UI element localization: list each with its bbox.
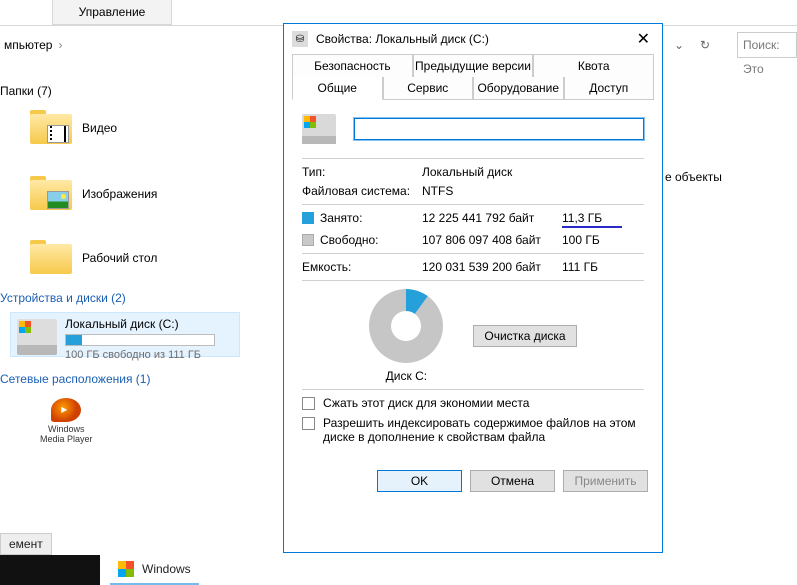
wmp-label-2: Media Player: [40, 434, 93, 444]
divider: [302, 253, 644, 254]
refresh-icon[interactable]: ↻: [695, 35, 715, 55]
drive-subtext: 100 ГБ свободно из 111 ГБ: [65, 349, 233, 361]
value-used-bytes: 12 225 441 792 байт: [422, 211, 562, 228]
compress-checkbox-row[interactable]: Сжать этот диск для экономии места: [302, 396, 644, 410]
folder-icon: [30, 110, 72, 146]
label-type: Тип:: [302, 165, 422, 179]
section-header-folders[interactable]: Папки (7): [0, 84, 52, 98]
index-checkbox-row[interactable]: Разрешить индексировать содержимое файло…: [302, 416, 644, 444]
dialog-titlebar[interactable]: ⛁ Свойства: Локальный диск (C:) ✕: [284, 24, 662, 54]
tab-service[interactable]: Сервис: [383, 77, 474, 100]
disk-usage-pie: [369, 289, 443, 363]
checkbox-icon[interactable]: [302, 417, 315, 430]
divider: [302, 389, 644, 390]
dropdown-icon[interactable]: ⌄: [669, 35, 689, 55]
value-free-bytes: 107 806 097 408 байт: [422, 233, 562, 247]
network-item-wmp[interactable]: Windows Media Player: [40, 398, 93, 444]
drive-name: Локальный диск (C:): [65, 317, 233, 331]
drive-capacity-bar: [65, 334, 215, 346]
compress-label: Сжать этот диск для экономии места: [323, 396, 529, 410]
value-used-gb: 11,3 ГБ: [562, 211, 622, 228]
tab-general[interactable]: Общие: [292, 77, 383, 100]
dialog-title: Свойства: Локальный диск (C:): [316, 32, 633, 46]
cancel-button[interactable]: Отмена: [470, 470, 555, 492]
tab-access[interactable]: Доступ: [564, 77, 655, 100]
value-type: Локальный диск: [422, 165, 512, 179]
folder-icon: [30, 176, 72, 212]
drive-icon: [302, 114, 336, 144]
value-filesystem: NTFS: [422, 184, 453, 198]
start-button[interactable]: [0, 555, 100, 585]
folder-item-images[interactable]: Изображения: [30, 176, 157, 212]
search-input[interactable]: Поиск: Это: [737, 32, 797, 58]
ribbon-tab-manage[interactable]: Управление: [52, 0, 172, 25]
index-label: Разрешить индексировать содержимое файло…: [323, 416, 644, 444]
tab-row-1: Безопасность Предыдущие версии Квота: [292, 54, 654, 77]
disk-cleanup-button[interactable]: Очистка диска: [473, 325, 576, 347]
value-capacity-gb: 111 ГБ: [562, 260, 622, 274]
properties-dialog: ⛁ Свойства: Локальный диск (C:) ✕ Безопа…: [283, 23, 663, 553]
apply-button[interactable]: Применить: [563, 470, 648, 492]
close-icon[interactable]: ✕: [633, 29, 654, 49]
taskbar-item-explorer[interactable]: Windows: [110, 555, 199, 585]
free-swatch-icon: [302, 234, 314, 246]
wmp-label-1: Windows: [40, 424, 93, 434]
value-free-gb: 100 ГБ: [562, 233, 622, 247]
folder-label: Изображения: [82, 187, 157, 201]
tab-previous-versions[interactable]: Предыдущие версии: [413, 54, 534, 78]
section-header-network[interactable]: Сетевые расположения (1): [0, 372, 150, 386]
tab-quota[interactable]: Квота: [533, 54, 654, 78]
tab-hardware[interactable]: Оборудование: [473, 77, 564, 100]
drive-item-c[interactable]: Локальный диск (C:) 100 ГБ свободно из 1…: [10, 312, 240, 357]
breadcrumb[interactable]: мпьютер ›: [0, 32, 280, 58]
chevron-right-icon: ›: [52, 38, 68, 52]
drive-label-input[interactable]: [354, 118, 644, 140]
folder-item-desktop[interactable]: Рабочий стол: [30, 240, 157, 276]
breadcrumb-item[interactable]: мпьютер: [4, 38, 52, 52]
ok-button[interactable]: OK: [377, 470, 462, 492]
wmp-icon: [51, 398, 81, 422]
divider: [302, 158, 644, 159]
dialog-button-row: OK Отмена Применить: [284, 460, 662, 502]
label-capacity: Емкость:: [302, 260, 422, 274]
drive-icon: [17, 319, 57, 355]
dialog-content: Тип: Локальный диск Файловая система: NT…: [284, 100, 662, 460]
taskbar-thumb-label[interactable]: емент: [0, 533, 52, 555]
taskbar: емент Windows: [0, 553, 797, 585]
folder-icon: [30, 240, 72, 276]
drive-icon: ⛁: [292, 31, 308, 47]
pie-label: Диск C:: [369, 369, 443, 383]
divider: [302, 280, 644, 281]
windows-logo-icon: [118, 561, 134, 577]
folder-item-video[interactable]: Видео: [30, 110, 117, 146]
folder-label: Видео: [82, 121, 117, 135]
tab-security[interactable]: Безопасность: [292, 54, 413, 78]
section-header-devices[interactable]: Устройства и диски (2): [0, 291, 126, 305]
value-capacity-bytes: 120 031 539 200 байт: [422, 260, 562, 274]
used-swatch-icon: [302, 212, 314, 224]
taskbar-item-label: Windows: [142, 562, 191, 576]
tab-row-2: Общие Сервис Оборудование Доступ: [292, 77, 654, 100]
label-filesystem: Файловая система:: [302, 184, 422, 198]
checkbox-icon[interactable]: [302, 397, 315, 410]
folder-label: Рабочий стол: [82, 251, 157, 265]
divider: [302, 204, 644, 205]
explorer-text-fragment: е объекты: [665, 170, 722, 184]
label-used: Занято:: [302, 211, 422, 228]
label-free: Свободно:: [302, 233, 422, 247]
